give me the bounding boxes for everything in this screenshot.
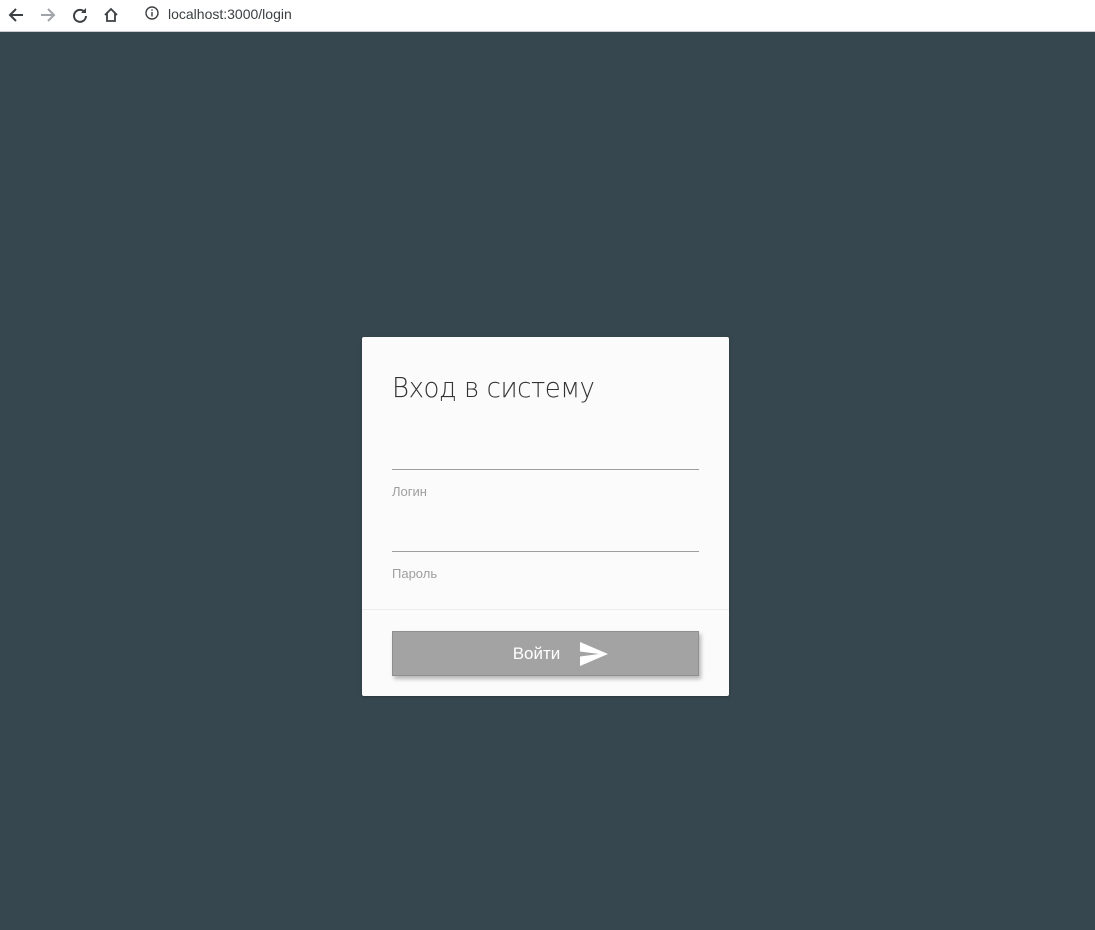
page-title: Вход в систему — [392, 371, 595, 404]
login-card: Вход в систему Логин Пароль Войти — [362, 337, 729, 696]
home-button[interactable] — [100, 4, 122, 26]
login-input[interactable] — [392, 439, 699, 470]
password-label: Пароль — [392, 566, 438, 581]
info-icon[interactable] — [145, 6, 159, 20]
address-bar[interactable]: localhost:3000/login — [168, 5, 292, 23]
reload-button[interactable] — [69, 4, 91, 26]
browser-toolbar: localhost:3000/login — [0, 0, 1095, 32]
arrow-right-icon — [41, 8, 56, 22]
arrow-left-icon — [8, 8, 23, 22]
login-field: Логин — [392, 439, 699, 499]
back-button[interactable] — [5, 4, 27, 26]
login-button-label: Войти — [512, 643, 561, 663]
login-button[interactable]: Войти — [392, 631, 699, 676]
forward-button[interactable] — [37, 4, 59, 26]
login-label: Логин — [392, 484, 427, 499]
send-icon — [580, 641, 609, 666]
home-icon — [104, 7, 118, 22]
card-divider — [362, 609, 729, 610]
page-background: Вход в систему Логин Пароль Войти — [0, 32, 1095, 930]
reload-icon — [73, 8, 87, 23]
password-input[interactable] — [392, 521, 699, 552]
password-field: Пароль — [392, 521, 699, 581]
